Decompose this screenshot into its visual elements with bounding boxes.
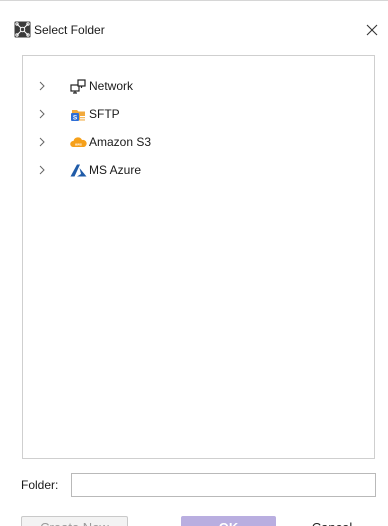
- network-grid-icon: [14, 21, 31, 38]
- tree-item-label: MS Azure: [89, 163, 142, 177]
- chevron-right-icon[interactable]: [37, 81, 47, 91]
- tree-item-amazon-s3[interactable]: aws Amazon S3: [23, 132, 374, 153]
- tree-item-ms-azure[interactable]: MS Azure: [23, 160, 374, 181]
- tree-item-label: Amazon S3: [89, 135, 152, 149]
- cancel-button[interactable]: Cancel: [287, 516, 377, 526]
- network-computer-icon: [70, 79, 86, 94]
- ok-button[interactable]: OK: [181, 516, 276, 526]
- tree-item-label: Network: [89, 79, 134, 93]
- folder-label: Folder:: [21, 478, 59, 492]
- folder-input[interactable]: [71, 473, 376, 497]
- amazon-s3-icon: aws: [70, 137, 87, 147]
- window-top-border: [0, 0, 388, 1]
- ms-azure-icon: [70, 164, 87, 177]
- chevron-right-icon[interactable]: [37, 109, 47, 119]
- folder-tree[interactable]: Network S SFTP aws Amazon S3 MS Azure: [22, 55, 375, 459]
- dialog-titlebar: Select Folder: [0, 14, 388, 48]
- chevron-right-icon[interactable]: [37, 165, 47, 175]
- chevron-right-icon[interactable]: [37, 137, 47, 147]
- tree-item-sftp[interactable]: S SFTP: [23, 104, 374, 125]
- svg-text:aws: aws: [75, 143, 82, 147]
- create-new-button[interactable]: Create New: [21, 516, 128, 526]
- close-icon: [366, 24, 378, 36]
- tree-item-network[interactable]: Network: [23, 76, 374, 97]
- svg-text:S: S: [73, 115, 78, 122]
- sftp-icon: S: [71, 110, 85, 122]
- tree-item-label: SFTP: [89, 107, 120, 121]
- dialog-title: Select Folder: [34, 23, 105, 37]
- close-button[interactable]: [362, 20, 382, 40]
